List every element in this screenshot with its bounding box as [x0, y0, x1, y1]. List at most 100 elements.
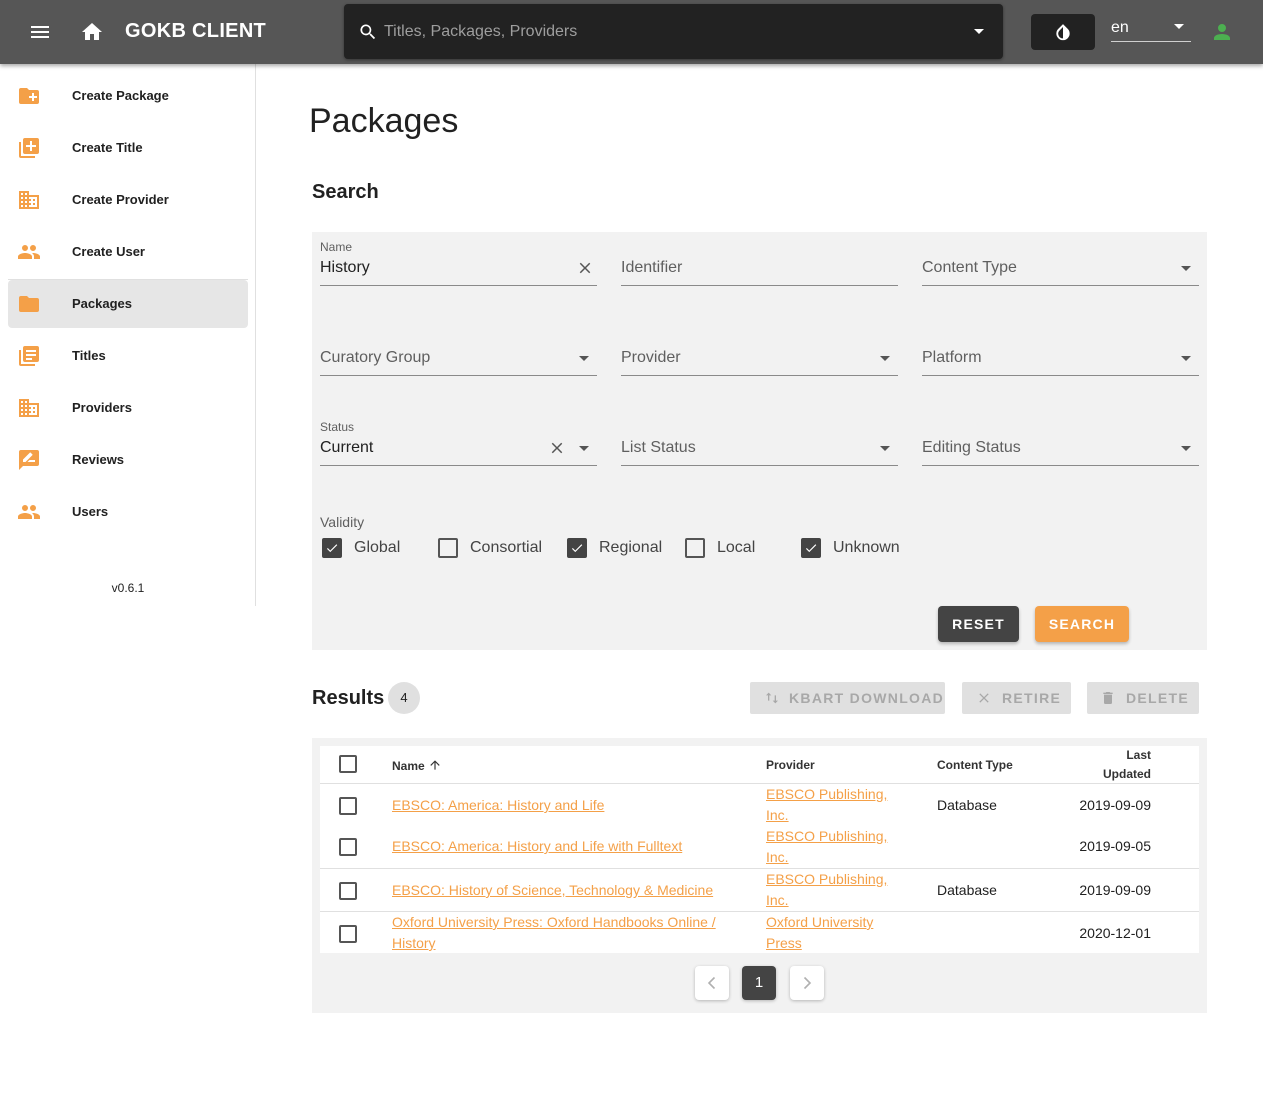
- provider-placeholder: Provider: [621, 349, 681, 366]
- provider-link-line1[interactable]: Oxford University: [766, 912, 873, 933]
- results-heading: Results: [312, 687, 385, 709]
- sidebar-item-label: Create Title: [72, 140, 143, 155]
- provider-link-line2[interactable]: Press: [766, 933, 802, 954]
- column-header-name[interactable]: Name: [392, 758, 442, 773]
- identifier-field[interactable]: Identifier: [621, 232, 898, 286]
- checkbox-unchecked-icon[interactable]: [685, 538, 705, 558]
- delete-label: DELETE: [1126, 690, 1190, 706]
- platform-placeholder: Platform: [922, 349, 982, 366]
- chevron-right-icon: [803, 976, 812, 990]
- curatory-group-placeholder: Curatory Group: [320, 349, 431, 366]
- sidebar-item-packages[interactable]: Packages: [8, 280, 248, 328]
- menu-icon[interactable]: [28, 20, 52, 44]
- column-header-last-updated-line1[interactable]: Last: [1107, 748, 1151, 762]
- column-header-last-updated-line2[interactable]: Updated: [1083, 767, 1151, 781]
- sidebar-item-create-package[interactable]: Create Package: [8, 72, 248, 120]
- checkbox-checked-icon[interactable]: [567, 538, 587, 558]
- clear-icon[interactable]: [576, 259, 594, 277]
- identifier-field-placeholder: Identifier: [621, 259, 683, 276]
- row-checkbox[interactable]: [339, 838, 357, 856]
- sidebar-item-label: Titles: [72, 348, 106, 363]
- chevron-down-icon: [1181, 446, 1191, 451]
- retire-button[interactable]: RETIRE: [962, 682, 1071, 714]
- global-search-input[interactable]: [384, 18, 954, 46]
- curatory-group-select[interactable]: Curatory Group: [320, 322, 597, 376]
- checkbox-checked-icon[interactable]: [801, 538, 821, 558]
- global-search[interactable]: [344, 4, 1003, 59]
- chevron-left-icon: [707, 976, 716, 990]
- reset-button[interactable]: RESET: [938, 606, 1019, 642]
- sidebar-item-providers[interactable]: Providers: [8, 384, 248, 432]
- rate-review-icon: [19, 450, 39, 470]
- app-bar: GOKB CLIENT en: [0, 0, 1263, 64]
- sidebar-item-users[interactable]: Users: [8, 488, 248, 536]
- row-checkbox[interactable]: [339, 925, 357, 943]
- sidebar-item-create-user[interactable]: Create User: [8, 228, 248, 276]
- sidebar-item-label: Create Package: [72, 88, 169, 103]
- language-select[interactable]: en: [1111, 14, 1191, 42]
- sort-arrows-icon: [766, 692, 778, 704]
- select-all-checkbox[interactable]: [339, 755, 357, 773]
- checkbox-label: Regional: [599, 539, 663, 556]
- row-checkbox[interactable]: [339, 797, 357, 815]
- column-header-content-type[interactable]: Content Type: [937, 758, 1013, 772]
- sidebar-item-reviews[interactable]: Reviews: [8, 436, 248, 484]
- last-updated-cell: 2019-09-05: [1079, 838, 1151, 854]
- trash-icon: [1103, 692, 1113, 704]
- chevron-down-icon[interactable]: [972, 27, 986, 37]
- provider-link-line1[interactable]: EBSCO Publishing,: [766, 784, 887, 805]
- status-select[interactable]: Status Current: [320, 412, 597, 466]
- content-type-select[interactable]: Content Type: [922, 232, 1199, 286]
- package-name-link-line1[interactable]: Oxford University Press: Oxford Handbook…: [392, 912, 716, 933]
- table-row: EBSCO: America: History and Life with Fu…: [320, 825, 1199, 868]
- kbart-download-button[interactable]: KBART DOWNLOAD: [750, 682, 945, 714]
- results-count-badge: 4: [388, 682, 420, 714]
- provider-link-line2[interactable]: Inc.: [766, 847, 789, 868]
- column-header-provider[interactable]: Provider: [766, 758, 815, 772]
- validity-label: Validity: [320, 514, 365, 530]
- chevron-down-icon: [1181, 266, 1191, 271]
- row-checkbox[interactable]: [339, 882, 357, 900]
- table-row: Oxford University Press: Oxford Handbook…: [320, 911, 1199, 953]
- folder-icon: [19, 296, 39, 312]
- name-field[interactable]: Name History: [320, 232, 597, 286]
- sidebar-item-create-title[interactable]: Create Title: [8, 124, 248, 172]
- user-account-icon[interactable]: [1210, 20, 1234, 44]
- pagination-page-button[interactable]: 1: [742, 966, 776, 1000]
- package-name-link-line2[interactable]: History: [392, 933, 436, 954]
- editing-status-select[interactable]: Editing Status: [922, 412, 1199, 466]
- platform-select[interactable]: Platform: [922, 322, 1199, 376]
- table-row: EBSCO: America: History and Life EBSCO P…: [320, 783, 1199, 825]
- provider-link-line1[interactable]: EBSCO Publishing,: [766, 869, 887, 890]
- home-icon[interactable]: [80, 20, 104, 44]
- pagination-next-button[interactable]: [790, 966, 824, 1000]
- last-updated-cell: 2020-12-01: [1079, 925, 1151, 941]
- column-header-label: Name: [392, 759, 425, 773]
- sidebar-item-titles[interactable]: Titles: [8, 332, 248, 380]
- delete-button[interactable]: DELETE: [1087, 682, 1199, 714]
- search-button[interactable]: SEARCH: [1035, 606, 1129, 642]
- editing-status-placeholder: Editing Status: [922, 439, 1021, 456]
- chevron-down-icon: [579, 446, 589, 451]
- package-name-link[interactable]: EBSCO: History of Science, Technology & …: [392, 880, 713, 901]
- provider-link-line1[interactable]: EBSCO Publishing,: [766, 826, 887, 847]
- package-name-link[interactable]: EBSCO: America: History and Life with Fu…: [392, 836, 682, 857]
- chevron-down-icon: [880, 356, 890, 361]
- search-heading: Search: [312, 181, 379, 203]
- name-field-value[interactable]: History: [320, 259, 370, 277]
- checkbox-unchecked-icon[interactable]: [438, 538, 458, 558]
- app-title[interactable]: GOKB CLIENT: [125, 20, 266, 43]
- provider-select[interactable]: Provider: [621, 322, 898, 376]
- provider-link-line2[interactable]: Inc.: [766, 805, 789, 826]
- theme-toggle-button[interactable]: [1031, 14, 1095, 50]
- package-name-link[interactable]: EBSCO: America: History and Life: [392, 795, 604, 816]
- list-status-select[interactable]: List Status: [621, 412, 898, 466]
- pagination-prev-button[interactable]: [695, 966, 729, 1000]
- domain-icon: [19, 191, 39, 209]
- provider-link-line2[interactable]: Inc.: [766, 890, 789, 911]
- list-status-placeholder: List Status: [621, 439, 696, 456]
- checkbox-checked-icon[interactable]: [322, 538, 342, 558]
- content-type-cell: Database: [937, 882, 997, 898]
- sidebar-item-create-provider[interactable]: Create Provider: [8, 176, 248, 224]
- clear-icon[interactable]: [548, 439, 566, 457]
